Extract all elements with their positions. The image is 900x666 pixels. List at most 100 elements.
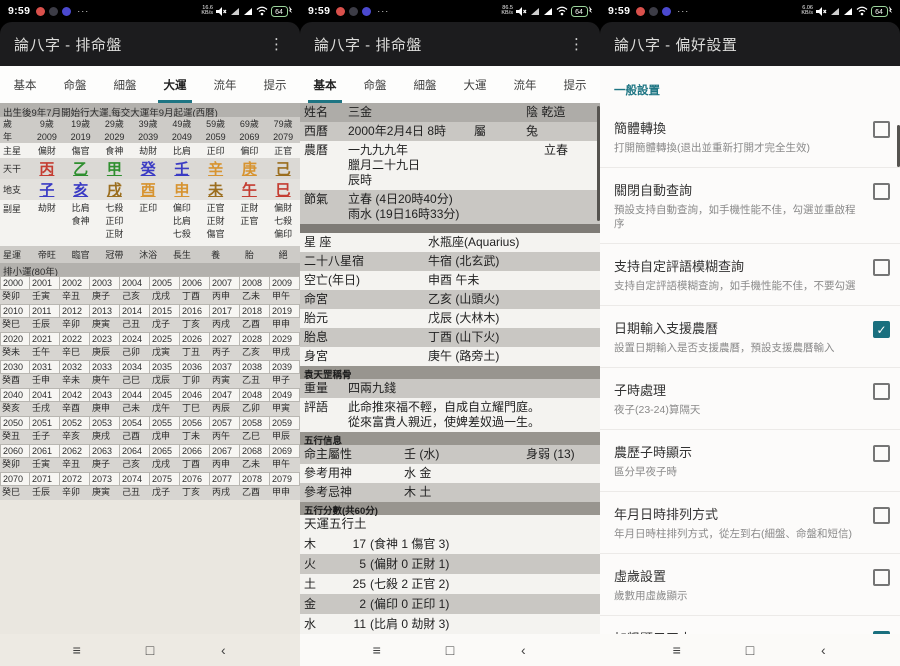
mute-icon <box>216 6 227 17</box>
tab-基本[interactable]: 基本 <box>300 66 350 103</box>
dayun-age-cell: 49歲 <box>165 117 199 130</box>
xiaoyun-year-cell: 2041 <box>30 388 60 402</box>
xiaoyun-year-cell: 2078 <box>240 472 270 486</box>
row-value: 乙亥 (山頭火) <box>428 292 596 307</box>
recents-button[interactable]: ≡ <box>362 642 392 658</box>
sub-star-line: 比肩 <box>165 215 199 228</box>
xiaoyun-ganzhi-cell: 己巳 <box>120 374 150 388</box>
checkbox-unchecked-icon[interactable] <box>873 259 890 276</box>
setting-item[interactable]: 虛歲設置歲數用虛歲顯示 <box>600 554 900 616</box>
xiaoyun-year-cell: 2045 <box>150 388 180 402</box>
info-row: 空亡(年日)申酉 午未 <box>300 271 600 290</box>
xiaoyun-ganzhi-cell: 癸丑 <box>0 430 30 444</box>
info-row: 節氣立春 (4日20時40分)雨水 (19日16時33分) <box>300 190 600 224</box>
row-label: 身宮 <box>304 349 428 364</box>
tab-提示[interactable]: 提示 <box>250 66 300 103</box>
xiaoyun-year-cell: 2010 <box>0 304 30 318</box>
tab-細盤[interactable]: 細盤 <box>100 66 150 103</box>
xiaoyun-ganzhi-cell: 辛卯 <box>60 486 90 500</box>
dayun-row-label: 年 <box>0 130 30 143</box>
recents-button[interactable]: ≡ <box>62 642 92 658</box>
tab-流年[interactable]: 流年 <box>500 66 550 103</box>
checkbox-unchecked-icon[interactable] <box>873 183 890 200</box>
recents-button[interactable]: ≡ <box>662 642 692 658</box>
dayun-row-label: 天干 <box>0 162 30 175</box>
mute-icon <box>516 6 527 17</box>
dayun-sub-star-cell: 偏印比肩七殺 <box>165 202 199 241</box>
checkbox-unchecked-icon[interactable] <box>873 569 890 586</box>
dayun-year-cell: 2079 <box>266 132 300 142</box>
screen-dayun: 9:59 ··· 16.6KB/s 64 論八字 - 排命盤 ⋮ 基本命盤細盤大… <box>0 0 300 666</box>
screen-basic: 9:59 ··· 86.5KB/s 64 論八字 - 排命盤 ⋮ 基本命盤細盤大… <box>300 0 600 666</box>
xiaoyun-year-cell: 2079 <box>270 472 300 486</box>
xiaoyun-year-cell: 2072 <box>60 472 90 486</box>
checkbox-unchecked-icon[interactable] <box>873 383 890 400</box>
xiaoyun-title: 排小運(80年) <box>0 263 300 276</box>
tab-流年[interactable]: 流年 <box>200 66 250 103</box>
checkbox-checked-icon[interactable]: ✓ <box>873 321 890 338</box>
setting-item[interactable]: 簡體轉換打開簡體轉換(退出並重新打開才完全生效) <box>600 106 900 168</box>
tab-大運[interactable]: 大運 <box>150 66 200 103</box>
xiaoyun-ganzhi-cell: 甲寅 <box>270 402 300 416</box>
value-line: 此命推來福不輕，自成自立耀門庭。 <box>348 400 596 415</box>
element-label: 金 <box>304 596 344 612</box>
notification-dot-icon <box>636 7 645 16</box>
xiaoyun-ganzhi-cell: 庚辰 <box>90 346 120 360</box>
tab-命盤[interactable]: 命盤 <box>350 66 400 103</box>
xiaoyun-year-cell: 2066 <box>180 444 210 458</box>
row-mid-value: 立春 <box>544 143 596 158</box>
setting-item[interactable]: 關閉自動查詢預設支持自動查詢，如手機性能不佳，勾選並重啟程序 <box>600 168 900 244</box>
dayun-age-cell: 19歲 <box>64 117 98 130</box>
tab-大運[interactable]: 大運 <box>450 66 500 103</box>
sub-star-line: 偏印 <box>165 202 199 215</box>
overflow-menu-icon[interactable]: ⋮ <box>267 33 286 56</box>
xiaoyun-table: 2000200120022003200420052006200720082009… <box>0 276 300 500</box>
info-row: 西曆2000年2月4日 8時屬兔 <box>300 122 600 141</box>
checkbox-unchecked-icon[interactable] <box>873 507 890 524</box>
xiaoyun-year-cell: 2058 <box>240 416 270 430</box>
xiaoyun-ganzhi-cell: 辛丑 <box>60 458 90 472</box>
home-button[interactable]: □ <box>435 642 465 658</box>
xiaoyun-year-cell: 2002 <box>60 276 90 290</box>
setting-title: 子時處理 <box>614 380 863 399</box>
charging-bolt-icon <box>289 6 293 13</box>
setting-item[interactable]: 農歷子時顯示區分早夜子時 <box>600 430 900 492</box>
xiaoyun-year-cell: 2035 <box>150 360 180 374</box>
xiaoyun-year-cell: 2046 <box>180 388 210 402</box>
setting-item[interactable]: 支持自定評語模糊查詢支持自定評語模糊查詢，如手機性能不佳，不要勾選 <box>600 244 900 306</box>
setting-item[interactable]: 子時處理夜子(23-24)算隔天 <box>600 368 900 430</box>
tab-bar: 基本命盤細盤大運流年提示 <box>300 66 600 103</box>
tab-命盤[interactable]: 命盤 <box>50 66 100 103</box>
value-line: 庚午 (路旁土) <box>428 349 596 364</box>
row-value: 四兩九錢 <box>348 381 596 396</box>
tab-基本[interactable]: 基本 <box>0 66 50 103</box>
clock: 9:59 <box>8 5 30 17</box>
back-button[interactable]: ‹ <box>508 642 538 658</box>
tab-細盤[interactable]: 細盤 <box>400 66 450 103</box>
xiaoyun-ganzhi-cell: 丙午 <box>210 430 240 444</box>
setting-text: 子時處理夜子(23-24)算隔天 <box>614 380 873 417</box>
xiaoyun-ganzhi-cell: 己亥 <box>120 458 150 472</box>
tab-提示[interactable]: 提示 <box>550 66 600 103</box>
row-label: 西曆 <box>304 124 348 139</box>
home-button[interactable]: □ <box>135 642 165 658</box>
back-button[interactable]: ‹ <box>208 642 238 658</box>
setting-item[interactable]: 加粗顯示干支選擇則會在命盤和細盤中加粗顯示干支✓ <box>600 616 900 634</box>
setting-title: 簡體轉換 <box>614 118 863 137</box>
xiaoyun-year-cell: 2028 <box>240 332 270 346</box>
info-row: 農曆一九九九年臘月二十九日辰時立春 <box>300 141 600 190</box>
network-speed: 6.06KB/s <box>801 6 813 17</box>
sub-star-line: 正官 <box>199 202 233 215</box>
dayun-year-cell: 2029 <box>98 132 132 142</box>
home-button[interactable]: □ <box>735 642 765 658</box>
setting-item[interactable]: 年月日時排列方式年月日時柱排列方式，從左到右(細盤、命盤和短信) <box>600 492 900 554</box>
back-button[interactable]: ‹ <box>808 642 838 658</box>
xiaoyun-ganzhi-cell: 甲午 <box>270 458 300 472</box>
checkbox-unchecked-icon[interactable] <box>873 445 890 462</box>
overflow-menu-icon[interactable]: ⋮ <box>567 33 586 56</box>
row-value: 此命推來福不輕，自成自立耀門庭。從來富貴人親近，使婢差奴過一生。 <box>348 400 596 430</box>
xiaoyun-ganzhi-cell: 戊子 <box>150 486 180 500</box>
checkbox-unchecked-icon[interactable] <box>873 121 890 138</box>
setting-item[interactable]: 日期輸入支援農曆設置日期輸入是否支援農曆，預設支援農曆輸入✓ <box>600 306 900 368</box>
xiaoyun-year-cell: 2005 <box>150 276 180 290</box>
